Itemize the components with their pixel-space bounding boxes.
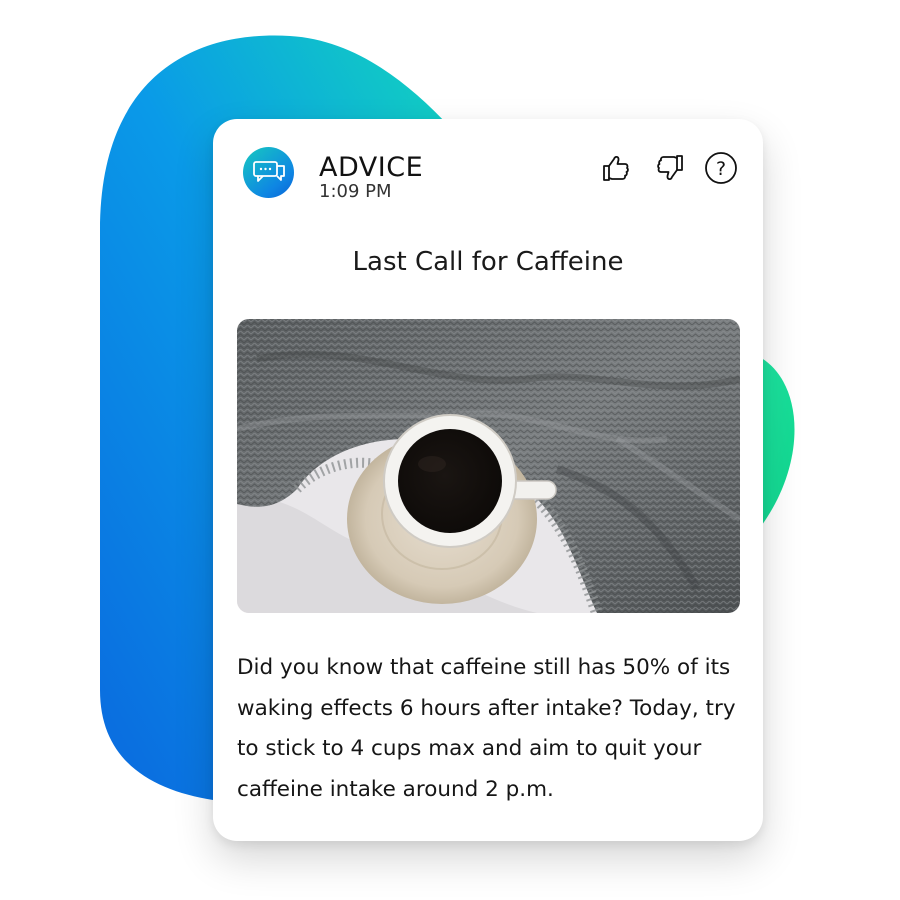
advice-avatar (243, 147, 294, 198)
advice-body: Did you know that caffeine still has 50%… (237, 655, 736, 802)
like-button[interactable] (597, 150, 633, 186)
advice-title: Last Call for Caffeine (352, 247, 624, 277)
help-icon: ? (705, 152, 737, 184)
chat-bubble-icon (253, 161, 285, 182)
coffee-photo (237, 319, 740, 613)
thumbs-down-icon (657, 155, 683, 181)
advice-notification-scene: ADVICE 1:09 PM ? Last Call for Caffeine … (0, 0, 900, 900)
coffee-cup-image (237, 319, 740, 613)
timestamp: 1:09 PM (319, 181, 392, 202)
category-label: ADVICE (319, 152, 424, 183)
help-button[interactable]: ? (703, 150, 739, 186)
help-glyph: ? (716, 158, 726, 180)
advice-card: ADVICE 1:09 PM ? Last Call for Caffeine … (213, 119, 763, 841)
dislike-button[interactable] (653, 150, 689, 186)
thumbs-up-icon (603, 155, 629, 181)
